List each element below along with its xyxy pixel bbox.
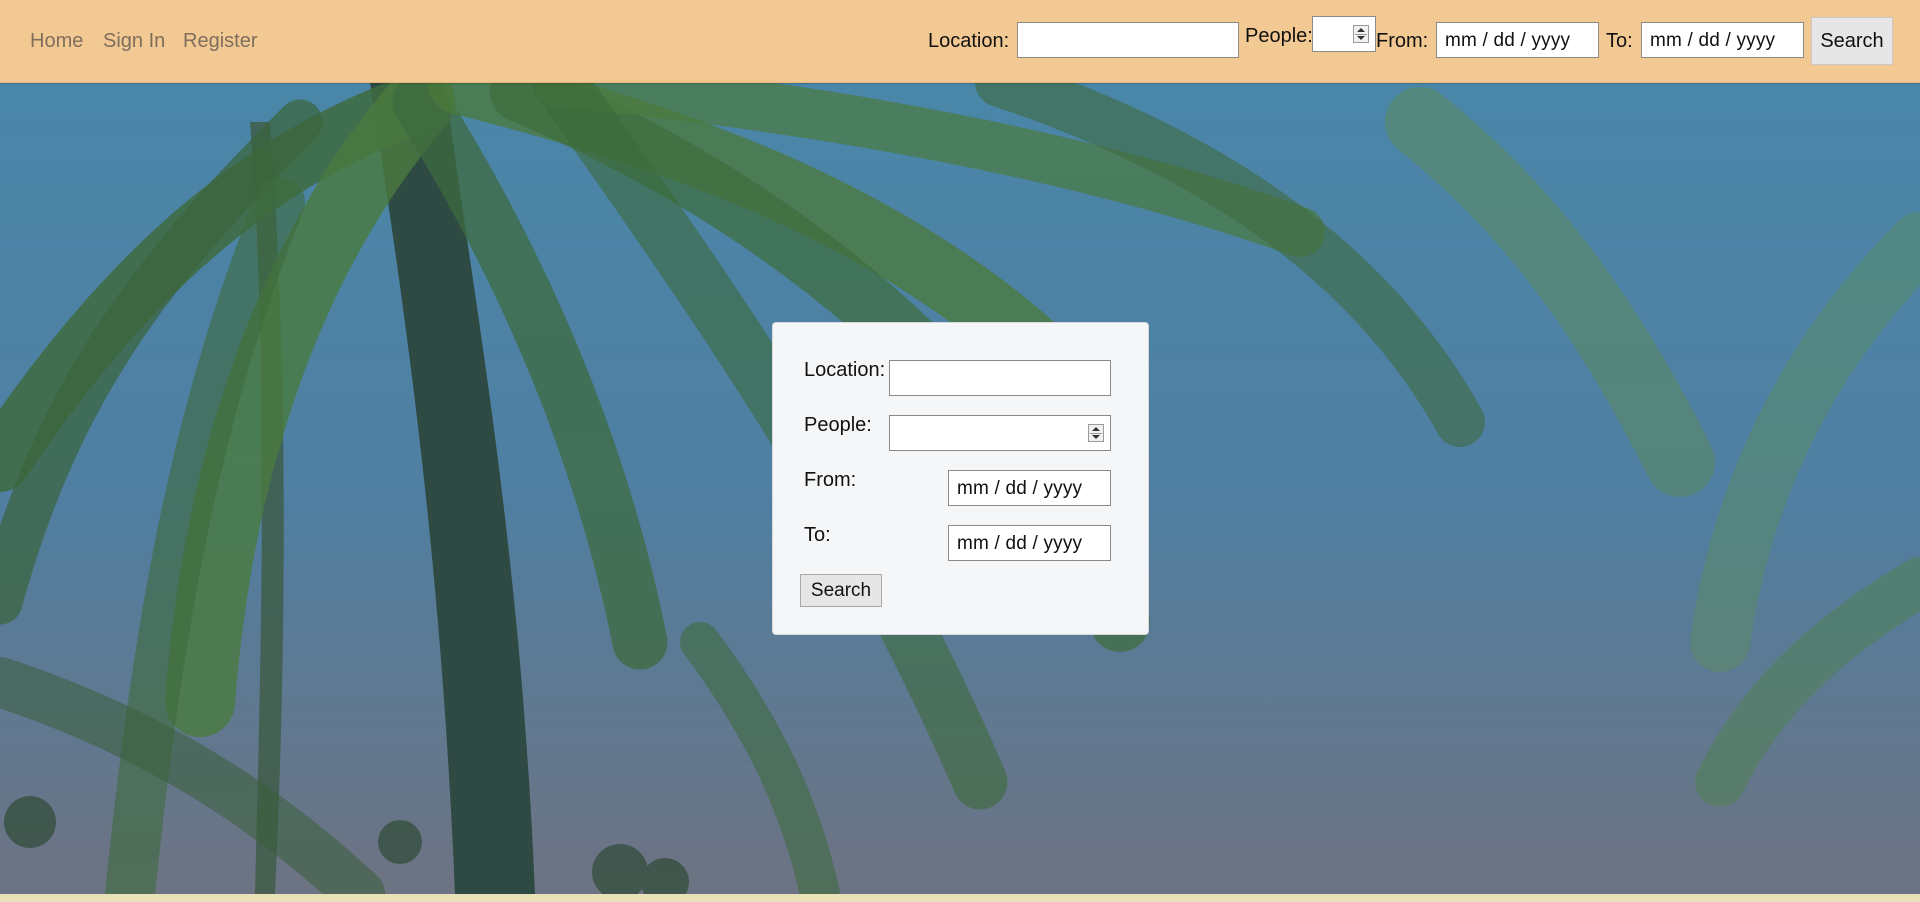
nav-from-label: From: xyxy=(1376,30,1429,52)
to-date-input[interactable]: mm / dd / yyyy xyxy=(948,525,1111,561)
nav-search-button[interactable]: Search xyxy=(1811,17,1893,65)
location-input[interactable] xyxy=(889,360,1111,396)
nav-link-home[interactable]: Home xyxy=(30,30,83,53)
nav-people-input[interactable] xyxy=(1312,16,1376,52)
search-card: Location: People: From: mm / dd / yyyy T… xyxy=(772,322,1149,635)
nav-link-sign-in[interactable]: Sign In xyxy=(103,30,165,53)
from-date-input[interactable]: mm / dd / yyyy xyxy=(948,470,1111,506)
nav-location-label: Location: xyxy=(928,30,1010,52)
nav-from-date-input[interactable]: mm / dd / yyyy xyxy=(1436,22,1599,58)
to-label: To: xyxy=(804,524,831,546)
spinner-icon[interactable] xyxy=(1088,424,1104,442)
nav-to-label: To: xyxy=(1606,30,1633,52)
people-label: People: xyxy=(804,414,872,436)
nav-people-label: People: xyxy=(1245,25,1313,47)
nav-to-date-input[interactable]: mm / dd / yyyy xyxy=(1641,22,1804,58)
location-label: Location: xyxy=(804,359,886,381)
from-label: From: xyxy=(804,469,857,491)
search-button[interactable]: Search xyxy=(800,574,882,607)
people-input[interactable] xyxy=(889,415,1111,451)
nav-link-register[interactable]: Register xyxy=(183,30,257,53)
footer-strip xyxy=(0,894,1920,902)
top-navbar: Home Sign In Register Location: People: … xyxy=(0,0,1920,83)
spinner-icon[interactable] xyxy=(1353,25,1369,43)
nav-location-input[interactable] xyxy=(1017,22,1239,58)
